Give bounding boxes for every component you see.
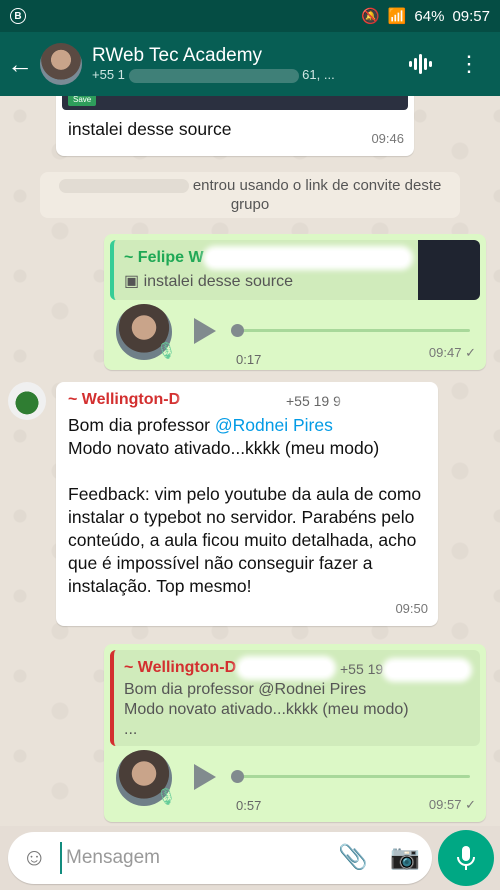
quoted-message[interactable]: ~ Wellington-D +55 19 Bom dia professor … — [110, 650, 480, 746]
redacted-mark — [208, 250, 409, 265]
emoji-icon[interactable]: ☺ — [22, 844, 47, 872]
sender-phone: +55 19 9 — [286, 390, 425, 413]
group-avatar[interactable] — [40, 43, 82, 85]
quoted-line: ... — [124, 721, 138, 738]
attach-icon[interactable]: 📎 — [338, 844, 368, 872]
audio-duration: 0:17 — [236, 352, 262, 367]
play-icon[interactable] — [194, 764, 216, 790]
message-input-container[interactable]: ☺ 📎 📷 — [8, 832, 432, 884]
delivered-check-icon: ✓ — [465, 345, 476, 360]
redacted-mark — [58, 179, 189, 194]
mic-icon — [457, 846, 475, 870]
audio-call-icon[interactable] — [409, 53, 432, 75]
quoted-line: Modo novato ativado...kkkk (meu modo) — [124, 701, 409, 718]
quoted-sender-name: ~ Felipe W — [124, 249, 204, 266]
message-sender: ~ Wellington-D — [68, 388, 225, 411]
message-bubble[interactable]: Save instalei desse source 09:46 — [56, 96, 414, 156]
photo-icon: ▣ — [124, 273, 140, 290]
status-right: 🔕 📶 64% 09:57 — [361, 7, 490, 26]
system-message: entrou usando o link de convite deste gr… — [40, 172, 460, 218]
quoted-text: ▣ instalei desse source — [124, 270, 293, 293]
subtitle-start: +55 1 — [92, 67, 125, 83]
audio-knob[interactable] — [231, 324, 244, 337]
audio-duration: 0:57 — [236, 798, 262, 813]
status-bar: B 🔕 📶 64% 09:57 — [0, 0, 500, 32]
mic-small-icon: 🎙 — [156, 789, 177, 806]
redacted-mark — [184, 392, 225, 407]
battery-percent: 64% — [414, 7, 445, 25]
message-text: instalei desse source — [68, 119, 232, 139]
chat-title-area[interactable]: RWeb Tec Academy +55 1 61, ... — [92, 45, 409, 83]
quoted-phone-value: +55 19 — [340, 661, 384, 677]
mention-link[interactable]: @Rodnei Pires — [215, 415, 333, 435]
back-arrow-icon[interactable]: ← — [0, 32, 40, 96]
quoted-phone: +55 19 — [340, 658, 468, 681]
quoted-sender: ~ Felipe W — [124, 246, 409, 269]
chat-subtitle: +55 1 61, ... — [92, 67, 409, 83]
composer-bar: ☺ 📎 📷 — [0, 826, 500, 890]
quoted-line: Bom dia professor @Rodnei Pires — [124, 681, 367, 698]
audio-track[interactable] — [234, 329, 470, 332]
more-options-icon[interactable]: ⋮ — [458, 51, 480, 77]
message-bubble[interactable]: ~ Wellington-D +55 19 9 Bom dia professo… — [56, 382, 438, 626]
message-time-value: 09:57 — [428, 797, 462, 812]
quoted-sender: ~ Wellington-D — [124, 656, 331, 679]
quoted-sender-name: ~ Wellington-D — [124, 659, 237, 676]
message-bubble-outgoing[interactable]: ~ Felipe W ▣ instalei desse source 🎙 0:1… — [104, 234, 486, 370]
message-time: 09:46 — [371, 131, 404, 146]
message-bubble-outgoing[interactable]: ~ Wellington-D +55 19 Bom dia professor … — [104, 644, 486, 822]
system-message-text: entrou usando o link de convite deste gr… — [192, 177, 442, 213]
greeting-text: Bom dia professor — [68, 415, 215, 435]
camera-icon[interactable]: 📷 — [390, 844, 420, 872]
chat-header: ← RWeb Tec Academy +55 1 61, ... ⋮ — [0, 32, 500, 96]
message-line: Modo novato ativado...kkkk (meu modo) — [68, 438, 380, 458]
audio-knob[interactable] — [231, 770, 244, 783]
subtitle-end: 61, ... — [302, 67, 335, 83]
redacted-mark — [128, 68, 299, 83]
quoted-text-value: instalei desse source — [143, 273, 293, 290]
redacted-mark — [387, 663, 468, 678]
delivered-check-icon: ✓ — [465, 797, 476, 812]
message-body: Feedback: vim pelo youtube da aula de co… — [68, 484, 422, 596]
message-time: 09:50 — [395, 601, 428, 616]
redacted-mark — [240, 660, 331, 675]
message-time: 09:47 ✓ — [429, 341, 476, 364]
quoted-message[interactable]: ~ Felipe W ▣ instalei desse source — [110, 240, 480, 300]
redacted-mark — [344, 395, 425, 410]
sender-name: ~ Wellington-D — [68, 391, 181, 408]
b-icon: B — [10, 8, 26, 24]
mic-small-icon: 🎙 — [156, 343, 177, 360]
image-preview: Save — [62, 96, 408, 110]
sender-avatar[interactable] — [8, 382, 46, 420]
mute-icon: 🔕 — [361, 8, 380, 25]
message-text: Bom dia professor @Rodnei Pires Modo nov… — [68, 414, 428, 598]
chat-title: RWeb Tec Academy — [92, 45, 263, 67]
sender-phone-value: +55 19 9 — [286, 393, 341, 409]
save-badge: Save — [68, 96, 97, 106]
message-time-value: 09:47 — [428, 345, 462, 360]
audio-track[interactable] — [234, 775, 470, 778]
chat-area[interactable]: Save instalei desse source 09:46 entrou … — [0, 96, 500, 826]
message-input[interactable] — [60, 842, 310, 874]
quoted-thumbnail — [418, 240, 480, 300]
message-time: 09:57 ✓ — [429, 793, 476, 816]
play-icon[interactable] — [194, 318, 216, 344]
mic-button[interactable] — [438, 830, 494, 886]
wifi-icon: 📶 — [387, 8, 407, 25]
clock: 09:57 — [452, 7, 490, 25]
